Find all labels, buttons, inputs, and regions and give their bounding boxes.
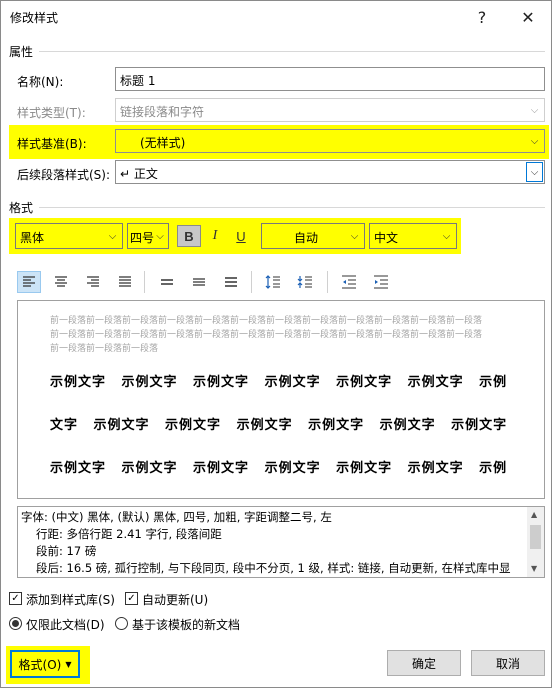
align-right-icon[interactable]: [81, 271, 105, 293]
auto-update-label[interactable]: 自动更新(U): [142, 591, 208, 608]
chevron-down-icon[interactable]: ⌵: [153, 226, 167, 246]
decrease-paragraph-spacing-icon[interactable]: [293, 271, 317, 293]
scroll-down-icon[interactable]: ▼: [531, 564, 537, 573]
description-scrollbar[interactable]: ▲ ▼: [527, 507, 544, 577]
name-label: 名称(N):: [17, 75, 64, 89]
ok-button[interactable]: 确定: [387, 650, 461, 676]
scroll-up-icon[interactable]: ▲: [531, 510, 537, 519]
style-type-select: 链接段落和字符 ⌵: [115, 98, 545, 122]
format-menu-label: 格式(O): [18, 657, 62, 672]
italic-button[interactable]: I: [203, 225, 227, 247]
chevron-down-icon[interactable]: ⌵: [526, 162, 543, 182]
based-on-value: (无样式): [140, 136, 186, 150]
name-input[interactable]: 标题 1: [115, 67, 545, 91]
next-style-value: ↵ 正文: [120, 167, 158, 181]
based-on-select[interactable]: (无样式) ⌵: [115, 129, 545, 153]
underline-button[interactable]: U: [229, 225, 253, 247]
chevron-down-icon: ⌵: [530, 104, 539, 116]
close-icon[interactable]: ✕: [505, 1, 551, 33]
cancel-button[interactable]: 取消: [471, 650, 545, 676]
sample-text-line: 示例文字 示例文字 示例文字 示例文字 示例文字 示例文字 示例: [50, 461, 508, 476]
description-line: 字体: (中文) 黑体, (默认) 黑体, 四号, 加粗, 字距调整二号, 左: [21, 510, 332, 524]
modify-style-dialog: 修改样式 ? ✕ 属性 名称(N): 标题 1 样式类型(T): 链接段落和字符…: [0, 0, 552, 688]
auto-update-checkbox[interactable]: ✓: [125, 592, 138, 605]
description-line: 段后: 16.5 磅, 孤行控制, 与下段同页, 段中不分页, 1 级, 样式:…: [36, 561, 511, 575]
only-this-document-label[interactable]: 仅限此文档(D): [26, 616, 105, 633]
one-half-spacing-icon[interactable]: [187, 271, 211, 293]
chevron-down-icon[interactable]: ⌵: [346, 226, 363, 246]
previous-paragraph-line: 前一段落前一段落前一段落前一段落前一段落前一段落前一段落前一段落前一段落前一段落…: [50, 316, 483, 326]
size-select[interactable]: 四号 ⌵: [127, 223, 169, 249]
style-preview-pane: 前一段落前一段落前一段落前一段落前一段落前一段落前一段落前一段落前一段落前一段落…: [17, 300, 545, 499]
description-line: 行距: 多倍行距 2.41 字行, 段落间距: [36, 527, 222, 541]
script-select[interactable]: 中文 ⌵: [369, 223, 457, 249]
dialog-title: 修改样式: [10, 11, 59, 25]
properties-divider: [39, 51, 545, 52]
style-description: 字体: (中文) 黑体, (默认) 黑体, 四号, 加粗, 字距调整二号, 左 …: [17, 506, 545, 578]
chevron-down-icon[interactable]: ⌵: [526, 131, 543, 151]
new-documents-template-radio[interactable]: [115, 617, 128, 630]
only-this-document-radio[interactable]: [9, 617, 22, 630]
justify-icon[interactable]: [113, 271, 137, 293]
increase-indent-icon[interactable]: [369, 271, 393, 293]
sample-text-line: 文字 示例文字 示例文字 示例文字 示例文字 示例文字 示例文字: [50, 418, 508, 433]
add-to-gallery-checkbox[interactable]: ✓: [9, 592, 22, 605]
style-type-value: 链接段落和字符: [120, 105, 205, 119]
format-menu-button[interactable]: 格式(O) ▼: [10, 650, 80, 678]
font-color-select[interactable]: 自动 ⌵: [261, 223, 365, 249]
font-value: 黑体: [20, 231, 45, 245]
format-section-label: 格式: [9, 201, 34, 215]
align-left-icon[interactable]: [17, 271, 41, 293]
toolbar-separator: [251, 271, 252, 293]
style-type-label: 样式类型(T):: [17, 106, 86, 120]
description-line: 段前: 17 磅: [36, 544, 97, 558]
new-documents-template-label[interactable]: 基于该模板的新文档: [132, 616, 240, 633]
next-style-select[interactable]: ↵ 正文 ⌵: [115, 160, 545, 184]
title-bar: 修改样式 ? ✕: [1, 1, 551, 33]
increase-paragraph-spacing-icon[interactable]: [261, 271, 285, 293]
double-spacing-icon[interactable]: [219, 271, 243, 293]
name-value: 标题 1: [120, 74, 156, 88]
scrollbar-thumb[interactable]: [530, 525, 541, 549]
size-value: 四号: [130, 231, 155, 245]
chevron-down-icon[interactable]: ⌵: [104, 226, 121, 246]
next-style-label: 后续段落样式(S):: [17, 168, 111, 182]
toolbar-separator: [327, 271, 328, 293]
toolbar-separator: [144, 271, 145, 293]
bold-button[interactable]: B: [177, 225, 201, 247]
align-center-icon[interactable]: [49, 271, 73, 293]
format-divider: [39, 207, 545, 208]
help-icon[interactable]: ?: [459, 1, 505, 33]
font-select[interactable]: 黑体 ⌵: [15, 223, 123, 249]
font-color-value: 自动: [294, 231, 319, 245]
script-value: 中文: [374, 231, 399, 245]
single-spacing-icon[interactable]: [155, 271, 179, 293]
sample-text-line: 示例文字 示例文字 示例文字 示例文字 示例文字 示例文字 示例: [50, 375, 508, 390]
based-on-label: 样式基准(B):: [17, 137, 87, 151]
decrease-indent-icon[interactable]: [337, 271, 361, 293]
previous-paragraph-line: 前一段落前一段落前一段落: [50, 344, 159, 354]
properties-section-label: 属性: [9, 45, 34, 59]
previous-paragraph-line: 前一段落前一段落前一段落前一段落前一段落前一段落前一段落前一段落前一段落前一段落…: [50, 330, 483, 340]
chevron-down-icon[interactable]: ⌵: [438, 226, 455, 246]
add-to-gallery-label[interactable]: 添加到样式库(S): [26, 591, 115, 608]
dropdown-arrow-icon: ▼: [65, 659, 72, 669]
